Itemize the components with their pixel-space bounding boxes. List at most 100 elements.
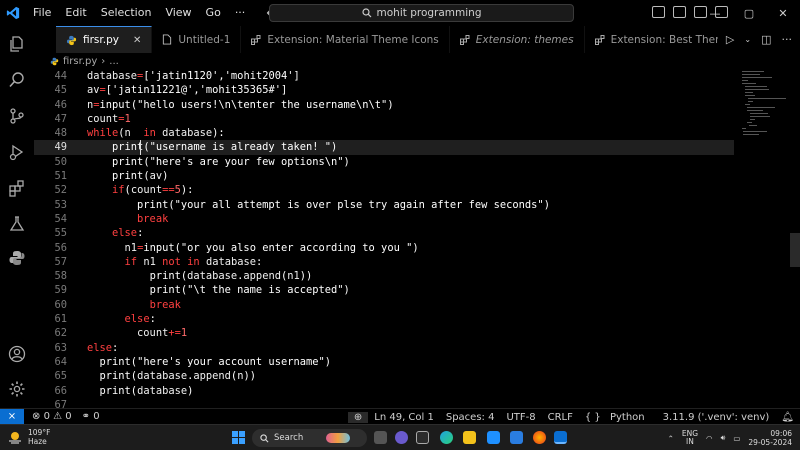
python-icon[interactable] <box>7 248 27 268</box>
tab-extension-themes[interactable]: Extension: themes <box>450 26 585 53</box>
menu-go[interactable]: Go <box>199 0 228 26</box>
code-line[interactable]: 44 database=['jatin1120','mohit2004'] <box>34 69 734 83</box>
settings-gear-icon[interactable] <box>7 379 27 399</box>
menu-more[interactable]: ··· <box>228 0 253 26</box>
run-debug-icon[interactable] <box>7 142 27 162</box>
minimap[interactable] <box>740 69 790 139</box>
error-count: 0 <box>43 411 50 422</box>
python-interpreter[interactable]: 3.11.9 ('.venv': venv) <box>657 412 776 423</box>
clock[interactable]: 09:06 29-05-2024 <box>748 429 792 447</box>
code-line[interactable]: 56 n1=input("or you also enter according… <box>34 241 734 255</box>
dropdown-chevron-icon[interactable]: ⌄ <box>744 35 751 44</box>
end-of-line[interactable]: CRLF <box>542 412 579 423</box>
search-view-icon[interactable] <box>7 70 27 90</box>
code-line[interactable]: 45 av=['jatin11221@','mohit35365#'] <box>34 83 734 97</box>
windows-start-icon[interactable] <box>232 431 245 444</box>
menu-view[interactable]: View <box>158 0 198 26</box>
breadcrumb-symbols[interactable]: ... <box>109 56 119 67</box>
code-line[interactable]: 60 break <box>34 298 734 312</box>
line-number: 59 <box>54 284 67 297</box>
line-content: print("here's your account username") <box>99 355 331 368</box>
close-button[interactable]: ✕ <box>766 7 800 20</box>
close-icon[interactable]: ✕ <box>133 35 141 46</box>
code-line[interactable]: 66 print(database) <box>34 384 734 398</box>
tab-extension-material-theme-icons[interactable]: Extension: Material Theme Icons <box>241 26 450 53</box>
line-number: 62 <box>54 327 67 340</box>
app-blue-icon[interactable] <box>510 431 523 444</box>
remote-indicator-icon[interactable]: ⨯ <box>0 408 24 425</box>
code-line[interactable]: 48 while(n in database): <box>34 126 734 140</box>
language-mode[interactable]: { } Python <box>579 412 657 423</box>
toggle-sidebar-icon[interactable] <box>652 6 665 18</box>
indentation[interactable]: Spaces: 4 <box>440 412 501 423</box>
firefox-icon[interactable] <box>533 431 546 444</box>
ports-indicator[interactable]: ⚭ 0 <box>82 411 100 422</box>
code-line[interactable]: 52 if(count==5): <box>34 183 734 197</box>
menu-edit[interactable]: Edit <box>58 0 93 26</box>
task-view-icon[interactable] <box>374 431 387 444</box>
code-editor[interactable]: firsr.py › ... 44 database=['jatin1120','… <box>34 53 800 411</box>
code-line[interactable]: 64 print("here's your account username") <box>34 355 734 369</box>
code-line[interactable]: 49 print("username is already taken! ") <box>34 140 734 156</box>
chat-app-icon[interactable] <box>395 431 408 444</box>
app-icon[interactable] <box>416 431 429 444</box>
line-number: 48 <box>54 127 67 140</box>
line-number: 49 <box>54 141 67 154</box>
code-line[interactable]: 51 print(av) <box>34 169 734 183</box>
code-line[interactable]: 61 else: <box>34 312 734 326</box>
maximize-button[interactable]: ▢ <box>732 7 766 20</box>
account-icon[interactable] <box>7 344 27 364</box>
code-line[interactable]: 59 print("\t the name is accepted") <box>34 283 734 297</box>
tab-firsr-py[interactable]: firsr.py ✕ <box>56 26 153 53</box>
line-content: else: <box>87 341 119 354</box>
taskbar-search[interactable]: Search <box>252 429 367 447</box>
code-lines: 44 database=['jatin1120','mohit2004'] 45 av… <box>34 69 734 412</box>
notifications-bell-icon[interactable]: 🔔︎ <box>775 412 800 423</box>
language-indicator[interactable]: ENG IN <box>682 430 698 446</box>
file-explorer-icon[interactable] <box>463 431 476 444</box>
tray-chevron-icon[interactable]: ⌃ <box>668 434 674 443</box>
volume-icon[interactable]: 🔊︎ <box>721 433 726 443</box>
split-editor-icon[interactable]: ◫ <box>761 33 771 46</box>
tab-untitled-1[interactable]: Untitled-1 <box>152 26 242 53</box>
file-icon <box>163 34 172 45</box>
extensions-icon[interactable] <box>7 178 27 198</box>
code-line[interactable]: 62 count+=1 <box>34 326 734 340</box>
code-line[interactable]: 54 break <box>34 212 734 226</box>
zoom-icon[interactable]: ⊕ <box>347 411 369 423</box>
vscode-logo-icon[interactable] <box>0 0 26 26</box>
toggle-panel-icon[interactable] <box>673 6 686 18</box>
cursor-position[interactable]: Ln 49, Col 1 <box>368 412 440 423</box>
code-line[interactable]: 55 else: <box>34 226 734 240</box>
edge-browser-icon[interactable] <box>440 431 453 444</box>
command-center-search[interactable]: mohit programming <box>269 4 574 22</box>
code-line[interactable]: 57 if n1 not in database: <box>34 255 734 269</box>
code-line[interactable]: 65 print(database.append(n)) <box>34 369 734 383</box>
breadcrumb-file[interactable]: firsr.py <box>63 56 97 67</box>
code-line[interactable]: 58 print(database.append(n1)) <box>34 269 734 283</box>
source-control-icon[interactable] <box>7 106 27 126</box>
minimize-button[interactable]: — <box>698 7 732 20</box>
menu-file[interactable]: File <box>26 0 58 26</box>
problems-indicator[interactable]: ⊗ 0 ⚠ 0 <box>32 411 72 422</box>
python-file-icon <box>50 57 59 65</box>
code-line[interactable]: 46 n=input("hello users!\n\tenter the use… <box>34 98 734 112</box>
line-number: 52 <box>54 184 67 197</box>
taskbar-search-label: Search <box>274 433 304 443</box>
run-python-file-icon[interactable]: ▷ <box>726 33 734 46</box>
code-line[interactable]: 47 count=1 <box>34 112 734 126</box>
testing-flask-icon[interactable] <box>7 214 27 234</box>
more-actions-icon[interactable]: ··· <box>782 33 793 46</box>
wifi-icon[interactable]: ◠ <box>706 434 713 443</box>
code-line[interactable]: 50 print("here's are your few options\n"… <box>34 155 734 169</box>
vscode-taskbar-icon[interactable] <box>554 431 567 444</box>
weather-widget[interactable]: 109°F Haze <box>8 428 50 446</box>
file-encoding[interactable]: UTF-8 <box>500 412 541 423</box>
code-line[interactable]: 63 else: <box>34 341 734 355</box>
code-line[interactable]: 53 print("your all attempt is over plse … <box>34 198 734 212</box>
battery-icon[interactable]: ▭ <box>733 434 740 443</box>
vertical-scrollbar[interactable] <box>790 233 800 267</box>
menu-selection[interactable]: Selection <box>94 0 159 26</box>
app-l-icon[interactable] <box>487 431 500 444</box>
explorer-icon[interactable] <box>7 34 27 54</box>
